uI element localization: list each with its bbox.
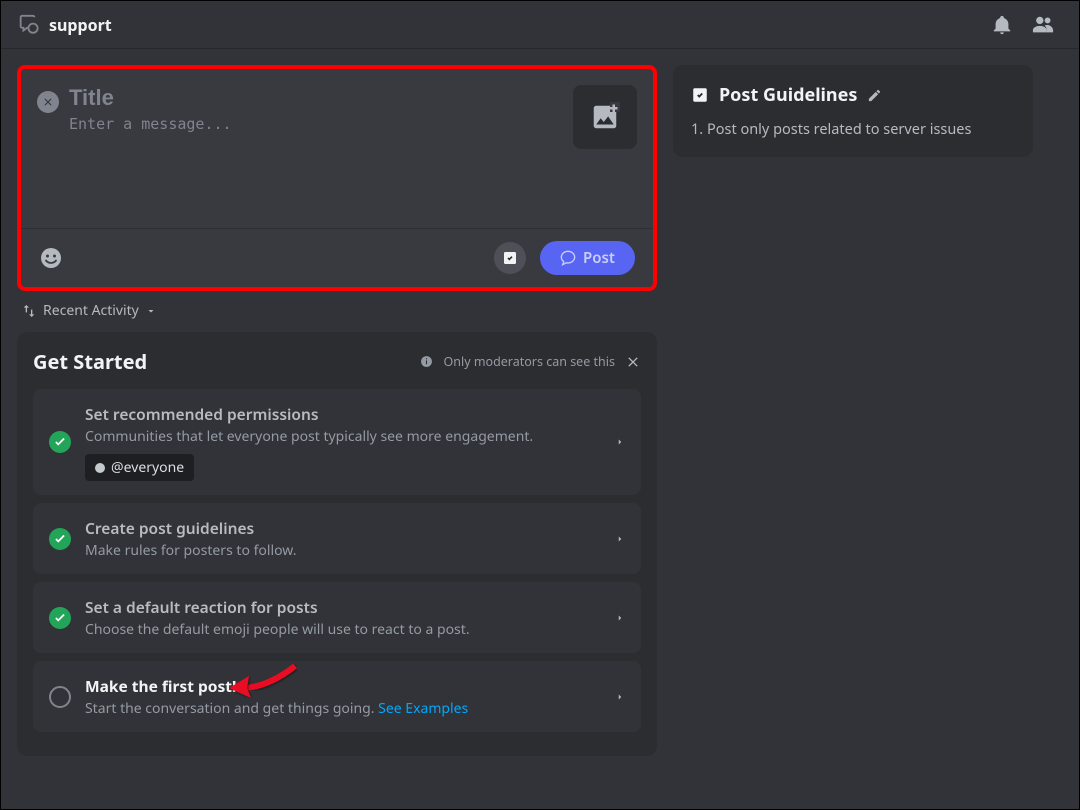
circle-icon [49, 686, 71, 708]
task-row[interactable]: Create post guidelines Make rules for po… [33, 503, 641, 574]
task-title: Set recommended permissions [85, 403, 601, 425]
post-message-input[interactable] [69, 115, 563, 151]
chevron-right-icon [615, 532, 625, 546]
emoji-picker-icon[interactable] [39, 246, 63, 270]
members-icon[interactable] [1031, 14, 1055, 36]
task-title: Make the first post! [85, 675, 601, 697]
notifications-icon[interactable] [991, 14, 1013, 36]
guidelines-toggle-button[interactable] [494, 242, 526, 274]
chevron-right-icon [615, 435, 625, 449]
post-button[interactable]: Post [540, 241, 635, 275]
channel-title: support [49, 14, 112, 36]
see-examples-link[interactable]: See Examples [378, 699, 468, 718]
post-button-label: Post [583, 248, 615, 268]
add-image-button[interactable] [573, 85, 637, 149]
get-started-title: Get Started [33, 348, 147, 375]
content-area: Post Recent Activity Get Started Only mo… [1, 49, 1079, 809]
forum-channel-icon [17, 14, 39, 36]
chevron-right-icon [615, 690, 625, 704]
guidelines-icon [691, 86, 709, 104]
check-icon [49, 528, 71, 550]
chevron-down-icon [145, 305, 157, 317]
get-started-panel: Get Started Only moderators can see this… [17, 332, 657, 756]
sort-label: Recent Activity [43, 301, 139, 320]
sort-selector[interactable]: Recent Activity [17, 301, 657, 320]
moderator-note-text: Only moderators can see this [443, 353, 615, 370]
guidelines-title: Post Guidelines [719, 83, 857, 107]
chevron-right-icon [615, 611, 625, 625]
task-row[interactable]: Set recommended permissions Communities … [33, 389, 641, 495]
post-guidelines-panel: Post Guidelines 1. Post only posts relat… [673, 65, 1033, 157]
check-icon [49, 607, 71, 629]
task-desc: Choose the default emoji people will use… [85, 620, 601, 639]
task-title: Create post guidelines [85, 517, 601, 539]
task-desc: Communities that let everyone post typic… [85, 427, 601, 446]
edit-guidelines-icon[interactable] [867, 88, 882, 103]
task-desc: Start the conversation and get things go… [85, 699, 601, 718]
info-icon [420, 355, 433, 368]
task-desc: Make rules for posters to follow. [85, 541, 601, 560]
close-get-started-button[interactable] [625, 354, 641, 370]
task-title: Set a default reaction for posts [85, 596, 601, 618]
mention-pill: @everyone [85, 454, 194, 481]
topbar: support [1, 1, 1079, 49]
task-row[interactable]: Set a default reaction for posts Choose … [33, 582, 641, 653]
task-row[interactable]: Make the first post! Start the conversat… [33, 661, 641, 732]
compose-panel: Post [17, 65, 657, 291]
post-title-input[interactable] [69, 85, 563, 111]
guideline-item: 1. Post only posts related to server iss… [691, 119, 1015, 139]
close-compose-button[interactable] [37, 91, 59, 113]
check-icon [49, 431, 71, 453]
